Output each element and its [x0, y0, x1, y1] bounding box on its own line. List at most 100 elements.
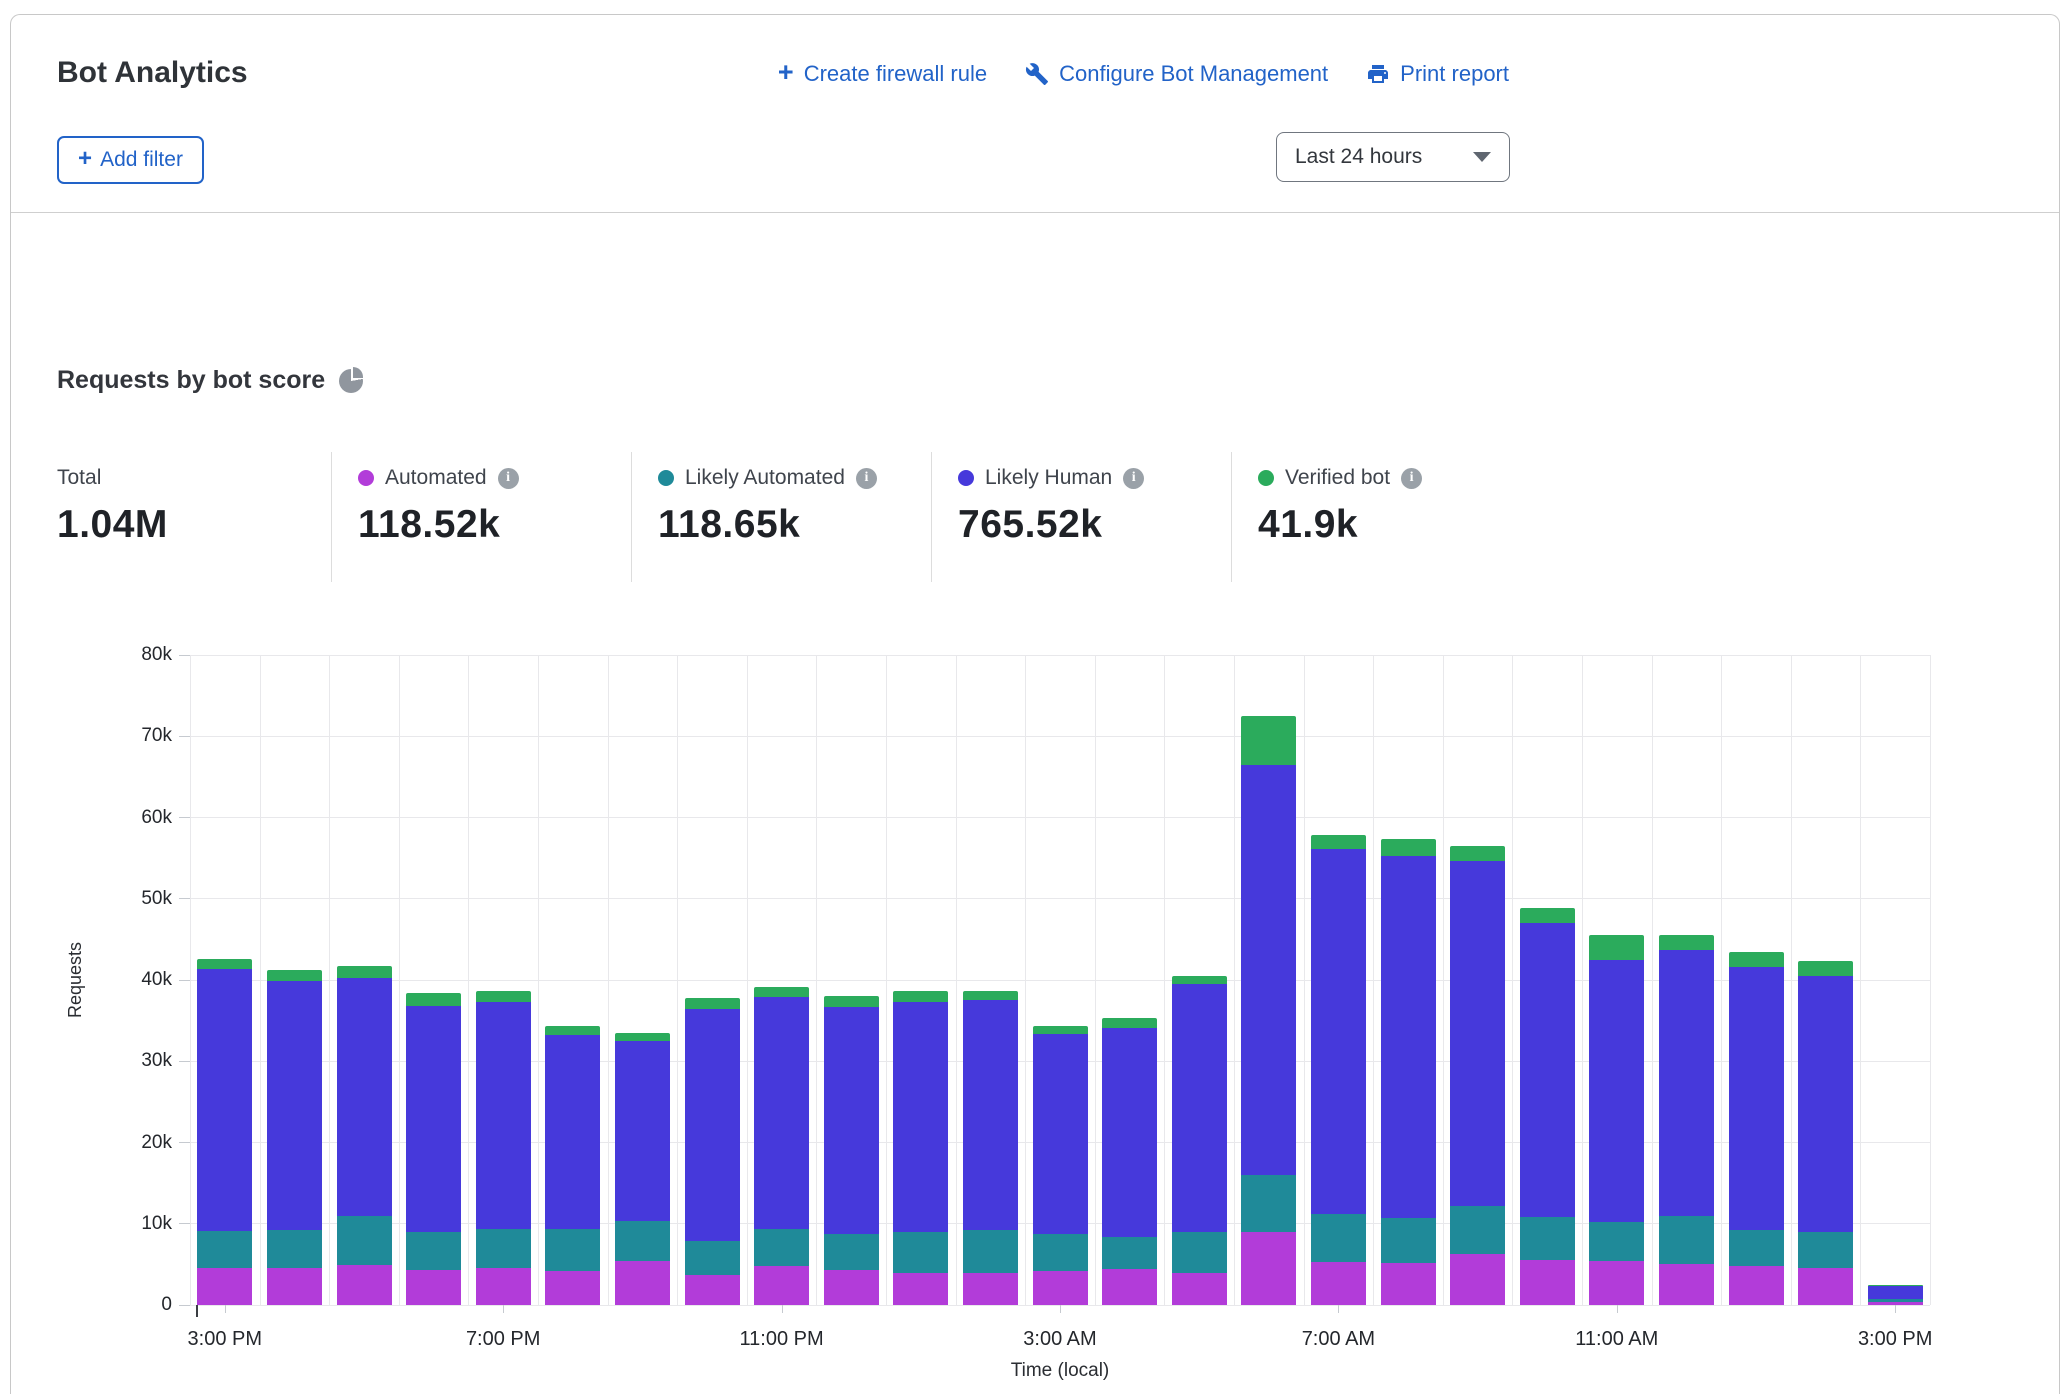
bar-segment-likely-human[interactable] — [1868, 1286, 1923, 1300]
bar-segment-likely-automated[interactable] — [1381, 1218, 1436, 1263]
bar-segment-likely-automated[interactable] — [824, 1234, 879, 1271]
bar-segment-likely-automated[interactable] — [267, 1230, 322, 1268]
bar-segment-likely-automated[interactable] — [1798, 1232, 1853, 1269]
bar-segment-likely-automated[interactable] — [337, 1216, 392, 1265]
add-filter-button[interactable]: + Add filter — [57, 136, 204, 184]
bar-segment-verified-bot[interactable] — [1589, 935, 1644, 959]
bar-segment-automated[interactable] — [267, 1268, 322, 1305]
bar-segment-likely-automated[interactable] — [1520, 1217, 1575, 1259]
bar-segment-likely-automated[interactable] — [1033, 1234, 1088, 1271]
create-firewall-rule-link[interactable]: + Create firewall rule — [778, 60, 987, 87]
bar-segment-automated[interactable] — [1102, 1269, 1157, 1305]
bar-segment-likely-automated[interactable] — [1102, 1237, 1157, 1270]
bar-segment-likely-human[interactable] — [893, 1002, 948, 1232]
bar-segment-verified-bot[interactable] — [267, 970, 322, 981]
bar-segment-automated[interactable] — [1033, 1271, 1088, 1305]
bar-segment-likely-human[interactable] — [197, 969, 252, 1231]
bar-segment-verified-bot[interactable] — [1520, 908, 1575, 923]
bar-segment-automated[interactable] — [1450, 1254, 1505, 1305]
bar-segment-verified-bot[interactable] — [476, 991, 531, 1002]
bar-segment-verified-bot[interactable] — [615, 1033, 670, 1041]
bar-segment-verified-bot[interactable] — [1241, 716, 1296, 765]
bar-segment-likely-human[interactable] — [685, 1009, 740, 1241]
bar-segment-likely-automated[interactable] — [893, 1232, 948, 1273]
bar-segment-verified-bot[interactable] — [1381, 839, 1436, 855]
info-icon[interactable]: i — [1123, 468, 1144, 489]
bar-segment-automated[interactable] — [1241, 1232, 1296, 1305]
bar-segment-automated[interactable] — [1729, 1266, 1784, 1305]
bar-segment-automated[interactable] — [1659, 1264, 1714, 1305]
bar-segment-likely-automated[interactable] — [615, 1221, 670, 1262]
print-report-link[interactable]: Print report — [1366, 61, 1509, 87]
bar-segment-likely-automated[interactable] — [1450, 1206, 1505, 1254]
bar-segment-likely-automated[interactable] — [476, 1229, 531, 1268]
bar-segment-verified-bot[interactable] — [1033, 1026, 1088, 1034]
bar-segment-likely-human[interactable] — [1241, 765, 1296, 1175]
bar-segment-automated[interactable] — [824, 1270, 879, 1305]
bar-segment-automated[interactable] — [337, 1265, 392, 1305]
bar-segment-verified-bot[interactable] — [337, 966, 392, 978]
bar-segment-likely-automated[interactable] — [1241, 1175, 1296, 1232]
bar-segment-likely-human[interactable] — [1102, 1028, 1157, 1237]
bar-segment-verified-bot[interactable] — [1311, 835, 1366, 849]
bar-segment-likely-human[interactable] — [267, 981, 322, 1230]
bar-segment-verified-bot[interactable] — [1450, 846, 1505, 861]
bar-segment-automated[interactable] — [476, 1268, 531, 1305]
bar-segment-verified-bot[interactable] — [1798, 961, 1853, 976]
bar-segment-likely-automated[interactable] — [545, 1229, 600, 1270]
info-icon[interactable]: i — [1401, 468, 1422, 489]
bar-segment-likely-automated[interactable] — [685, 1241, 740, 1275]
bar-segment-likely-human[interactable] — [1172, 984, 1227, 1232]
bar-segment-automated[interactable] — [685, 1275, 740, 1305]
bar-segment-likely-automated[interactable] — [1589, 1222, 1644, 1261]
bar-segment-automated[interactable] — [197, 1268, 252, 1305]
bar-segment-automated[interactable] — [1381, 1263, 1436, 1305]
bar-segment-likely-human[interactable] — [1033, 1034, 1088, 1234]
bar-segment-likely-human[interactable] — [406, 1006, 461, 1232]
bar-segment-automated[interactable] — [893, 1273, 948, 1306]
bar-segment-likely-human[interactable] — [1729, 967, 1784, 1230]
bar-segment-likely-automated[interactable] — [1729, 1230, 1784, 1266]
bar-segment-likely-automated[interactable] — [1659, 1216, 1714, 1265]
bar-segment-verified-bot[interactable] — [893, 991, 948, 1002]
bar-segment-verified-bot[interactable] — [1729, 952, 1784, 967]
bar-segment-likely-human[interactable] — [1520, 923, 1575, 1217]
bar-segment-automated[interactable] — [754, 1266, 809, 1305]
bar-segment-verified-bot[interactable] — [1868, 1285, 1923, 1286]
bar-segment-likely-human[interactable] — [1798, 976, 1853, 1232]
bar-segment-verified-bot[interactable] — [1659, 935, 1714, 950]
bar-segment-likely-human[interactable] — [337, 978, 392, 1216]
bar-segment-verified-bot[interactable] — [197, 959, 252, 970]
bar-segment-likely-human[interactable] — [476, 1002, 531, 1230]
bar-segment-automated[interactable] — [615, 1261, 670, 1305]
bar-segment-automated[interactable] — [1311, 1262, 1366, 1305]
bar-segment-likely-human[interactable] — [1381, 856, 1436, 1218]
bar-segment-likely-human[interactable] — [754, 997, 809, 1229]
bar-segment-likely-automated[interactable] — [1172, 1232, 1227, 1273]
bar-segment-likely-human[interactable] — [615, 1041, 670, 1221]
bar-segment-automated[interactable] — [1798, 1268, 1853, 1305]
bar-segment-likely-automated[interactable] — [754, 1229, 809, 1266]
info-icon[interactable]: i — [498, 468, 519, 489]
bar-segment-verified-bot[interactable] — [1102, 1018, 1157, 1028]
bar-segment-likely-human[interactable] — [1311, 849, 1366, 1214]
bar-segment-verified-bot[interactable] — [685, 998, 740, 1009]
bar-segment-likely-human[interactable] — [1659, 950, 1714, 1216]
bar-segment-verified-bot[interactable] — [406, 993, 461, 1006]
bar-segment-likely-human[interactable] — [963, 1000, 1018, 1230]
bar-segment-automated[interactable] — [1172, 1273, 1227, 1306]
bar-segment-likely-human[interactable] — [824, 1007, 879, 1234]
bar-segment-likely-automated[interactable] — [963, 1230, 1018, 1272]
bar-segment-likely-automated[interactable] — [1868, 1299, 1923, 1301]
bar-segment-automated[interactable] — [1520, 1260, 1575, 1306]
bar-segment-likely-human[interactable] — [1589, 960, 1644, 1222]
info-icon[interactable]: i — [856, 468, 877, 489]
bar-segment-verified-bot[interactable] — [754, 987, 809, 998]
bar-segment-automated[interactable] — [545, 1271, 600, 1305]
bar-segment-likely-human[interactable] — [545, 1035, 600, 1229]
bar-segment-automated[interactable] — [963, 1273, 1018, 1306]
bar-segment-likely-human[interactable] — [1450, 861, 1505, 1206]
bar-segment-likely-automated[interactable] — [406, 1232, 461, 1270]
bar-segment-verified-bot[interactable] — [1172, 976, 1227, 984]
bar-segment-likely-automated[interactable] — [1311, 1214, 1366, 1262]
